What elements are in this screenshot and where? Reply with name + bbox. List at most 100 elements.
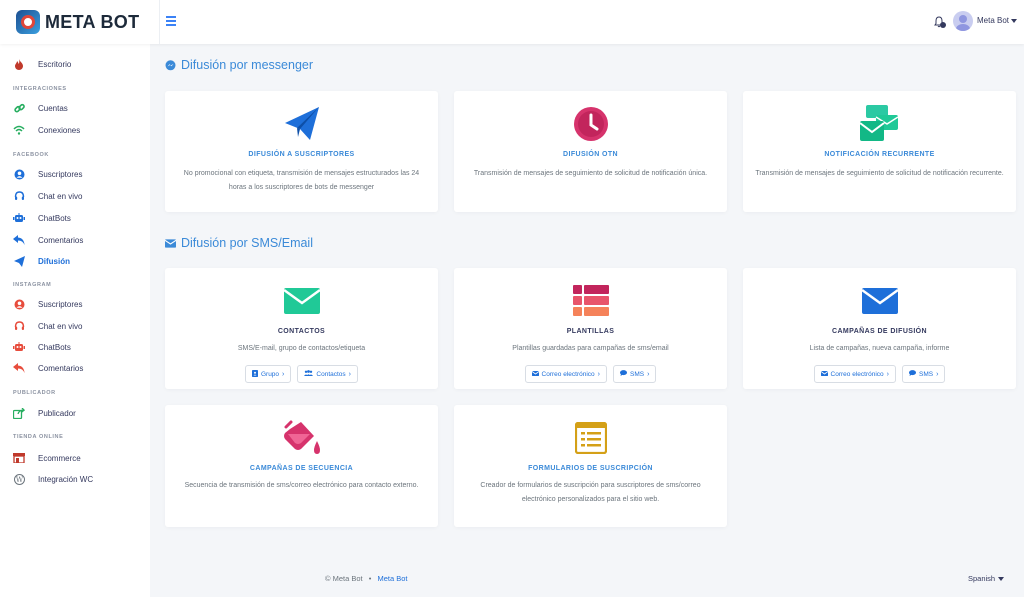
card-plantillas[interactable]: PLANTILLAS Plantillas guardadas para cam… [454, 268, 727, 389]
card-title: PLANTILLAS [566, 328, 615, 335]
card-description: Transmisión de mensajes de seguimiento d… [473, 170, 708, 177]
card-title: FORMULARIOS DE SUSCRIPCIÓN [528, 465, 653, 472]
sidebar-item-escritorio[interactable]: Escritorio [13, 56, 143, 72]
sidebar-item-fb-chatbots[interactable]: ChatBots [13, 210, 143, 226]
reply-icon [13, 234, 25, 246]
card-title: DIFUSIÓN OTN [563, 151, 618, 158]
card-title: NOTIFICACIÓN RECURRENTE [824, 151, 935, 158]
headset-icon [13, 320, 25, 332]
sidebar-item-fb-suscriptores[interactable]: Suscriptores [13, 166, 143, 182]
messenger-icon [165, 59, 176, 71]
sidebar-item-label: Comentarios [38, 363, 84, 373]
top-navbar: META BOT Meta Bot [0, 0, 1024, 44]
sidebar-item-label: ChatBots [38, 213, 71, 223]
sms-button[interactable]: SMS › [613, 365, 657, 383]
caret-down-icon[interactable] [1011, 19, 1017, 23]
wordpress-icon: W [13, 473, 25, 485]
chevron-right-icon: › [348, 370, 352, 378]
sidebar-item-label: Suscriptores [38, 299, 83, 309]
comment-icon [909, 370, 916, 378]
mail-bulk-icon [858, 105, 900, 143]
card-formularios-suscripcion[interactable]: FORMULARIOS DE SUSCRIPCIÓN Creador de fo… [454, 405, 727, 527]
card-title: CAMPAÑAS DE DIFUSIÓN [832, 328, 927, 335]
sidebar-item-difusion[interactable]: Difusión [13, 253, 143, 269]
sidebar-item-fb-comentarios[interactable]: Comentarios [13, 232, 143, 248]
sidebar-item-label: Comentarios [38, 235, 84, 245]
card-actions: Correo electrónico › SMS › [454, 365, 727, 383]
envelope-icon [820, 370, 828, 378]
address-book-icon [251, 369, 258, 379]
card-actions: Grupo › Contactos › [165, 365, 438, 383]
sidebar-item-ig-suscriptores[interactable]: Suscriptores [13, 296, 143, 312]
comment-icon [620, 370, 627, 378]
language-label: Spanish [968, 574, 996, 583]
card-difusion-otn[interactable]: DIFUSIÓN OTN Transmisión de mensajes de … [454, 91, 727, 212]
sidebar-item-label: Escritorio [38, 59, 72, 69]
section-title-sms-email: Difusión por SMS/Email [165, 236, 313, 250]
robot-icon [13, 212, 25, 224]
section-title-messenger: Difusión por messenger [165, 58, 313, 72]
card-actions: Correo electrónico › SMS › [743, 365, 1016, 383]
sidebar-item-ig-comentarios[interactable]: Comentarios [13, 360, 143, 376]
section-title-text: Difusión por SMS/Email [181, 236, 313, 250]
user-name[interactable]: Meta Bot [977, 16, 1009, 25]
correo-electronico-button[interactable]: Correo electrónico › [524, 365, 607, 383]
reply-icon [13, 362, 25, 374]
card-description: Lista de campañas, nueva campaña, inform… [809, 345, 950, 352]
share-square-icon [13, 407, 25, 419]
button-label: SMS [630, 370, 645, 378]
footer-separator: • [368, 574, 372, 583]
contactos-button[interactable]: Contactos › [297, 365, 359, 383]
card-description: Transmisión de mensajes de seguimiento d… [755, 170, 1004, 177]
th-list-icon [572, 285, 609, 316]
notification-dot [940, 22, 946, 28]
button-label: SMS [919, 370, 934, 378]
sidebar-item-label: Chat en vivo [38, 191, 83, 201]
envelope-icon [860, 288, 899, 314]
card-campanas-difusion[interactable]: CAMPAÑAS DE DIFUSIÓN Lista de campañas, … [743, 268, 1016, 389]
footer-link[interactable]: Meta Bot [377, 574, 407, 583]
chevron-right-icon: › [647, 370, 650, 378]
sidebar-item-label: ChatBots [38, 342, 71, 352]
sidebar-item-publicador[interactable]: Publicador [13, 405, 143, 421]
language-selector[interactable]: Spanish [968, 574, 1005, 583]
paper-plane-icon [284, 106, 320, 142]
brand-logo[interactable]: META BOT [0, 0, 160, 44]
sidebar-item-ig-chat[interactable]: Chat en vivo [13, 318, 143, 334]
footer: © Meta Bot • Meta Bot [325, 574, 407, 583]
link-icon [13, 102, 25, 114]
correo-electronico-button[interactable]: Correo electrónico › [813, 365, 896, 383]
user-avatar[interactable] [953, 11, 973, 31]
sidebar-item-fb-chat[interactable]: Chat en vivo [13, 188, 143, 204]
sidebar-item-cuentas[interactable]: Cuentas [13, 100, 143, 116]
sms-button[interactable]: SMS › [902, 365, 946, 383]
card-notificacion-recurrente[interactable]: NOTIFICACIÓN RECURRENTE Transmisión de m… [743, 91, 1016, 212]
sidebar-toggle-icon[interactable] [166, 14, 176, 28]
chevron-right-icon: › [886, 370, 889, 378]
card-difusion-suscriptores[interactable]: DIFUSIÓN A SUSCRIPTORES No promocional c… [165, 91, 438, 212]
sidebar-item-conexiones[interactable]: Conexiones [13, 122, 143, 138]
envelope-icon [282, 288, 321, 314]
card-title: CONTACTOS [277, 328, 326, 335]
grupo-button[interactable]: Grupo › [244, 365, 292, 383]
bot-logo-icon [16, 10, 40, 34]
sidebar-item-ecommerce[interactable]: Ecommerce [13, 450, 143, 466]
footer-copyright: © Meta Bot [325, 574, 363, 583]
sidebar: Escritorio INTEGRACIONES Cuentas Conexio… [0, 44, 150, 597]
sidebar-item-ig-chatbots[interactable]: ChatBots [13, 339, 143, 355]
sidebar-item-label: Difusión [38, 256, 70, 266]
fill-drip-icon [282, 419, 322, 457]
card-title: CAMPAÑAS DE SECUENCIA [249, 465, 354, 472]
logo-text: META BOT [45, 11, 140, 32]
wifi-icon [13, 124, 25, 136]
menu-header: TIENDA ONLINE [13, 434, 64, 440]
chevron-right-icon: › [282, 370, 285, 378]
button-label: Correo electrónico [830, 370, 884, 378]
sidebar-item-label: Integración WC [38, 474, 94, 484]
svg-text:W: W [15, 476, 23, 484]
sidebar-item-integracion-wc[interactable]: W Integración WC [13, 471, 143, 487]
card-contactos[interactable]: CONTACTOS SMS/E-mail, grupo de contactos… [165, 268, 438, 389]
card-campanas-secuencia[interactable]: CAMPAÑAS DE SECUENCIA Secuencia de trans… [165, 405, 438, 527]
caret-down-icon [998, 576, 1005, 581]
card-description: SMS/E-mail, grupo de contactos/etiqueta [237, 345, 366, 352]
